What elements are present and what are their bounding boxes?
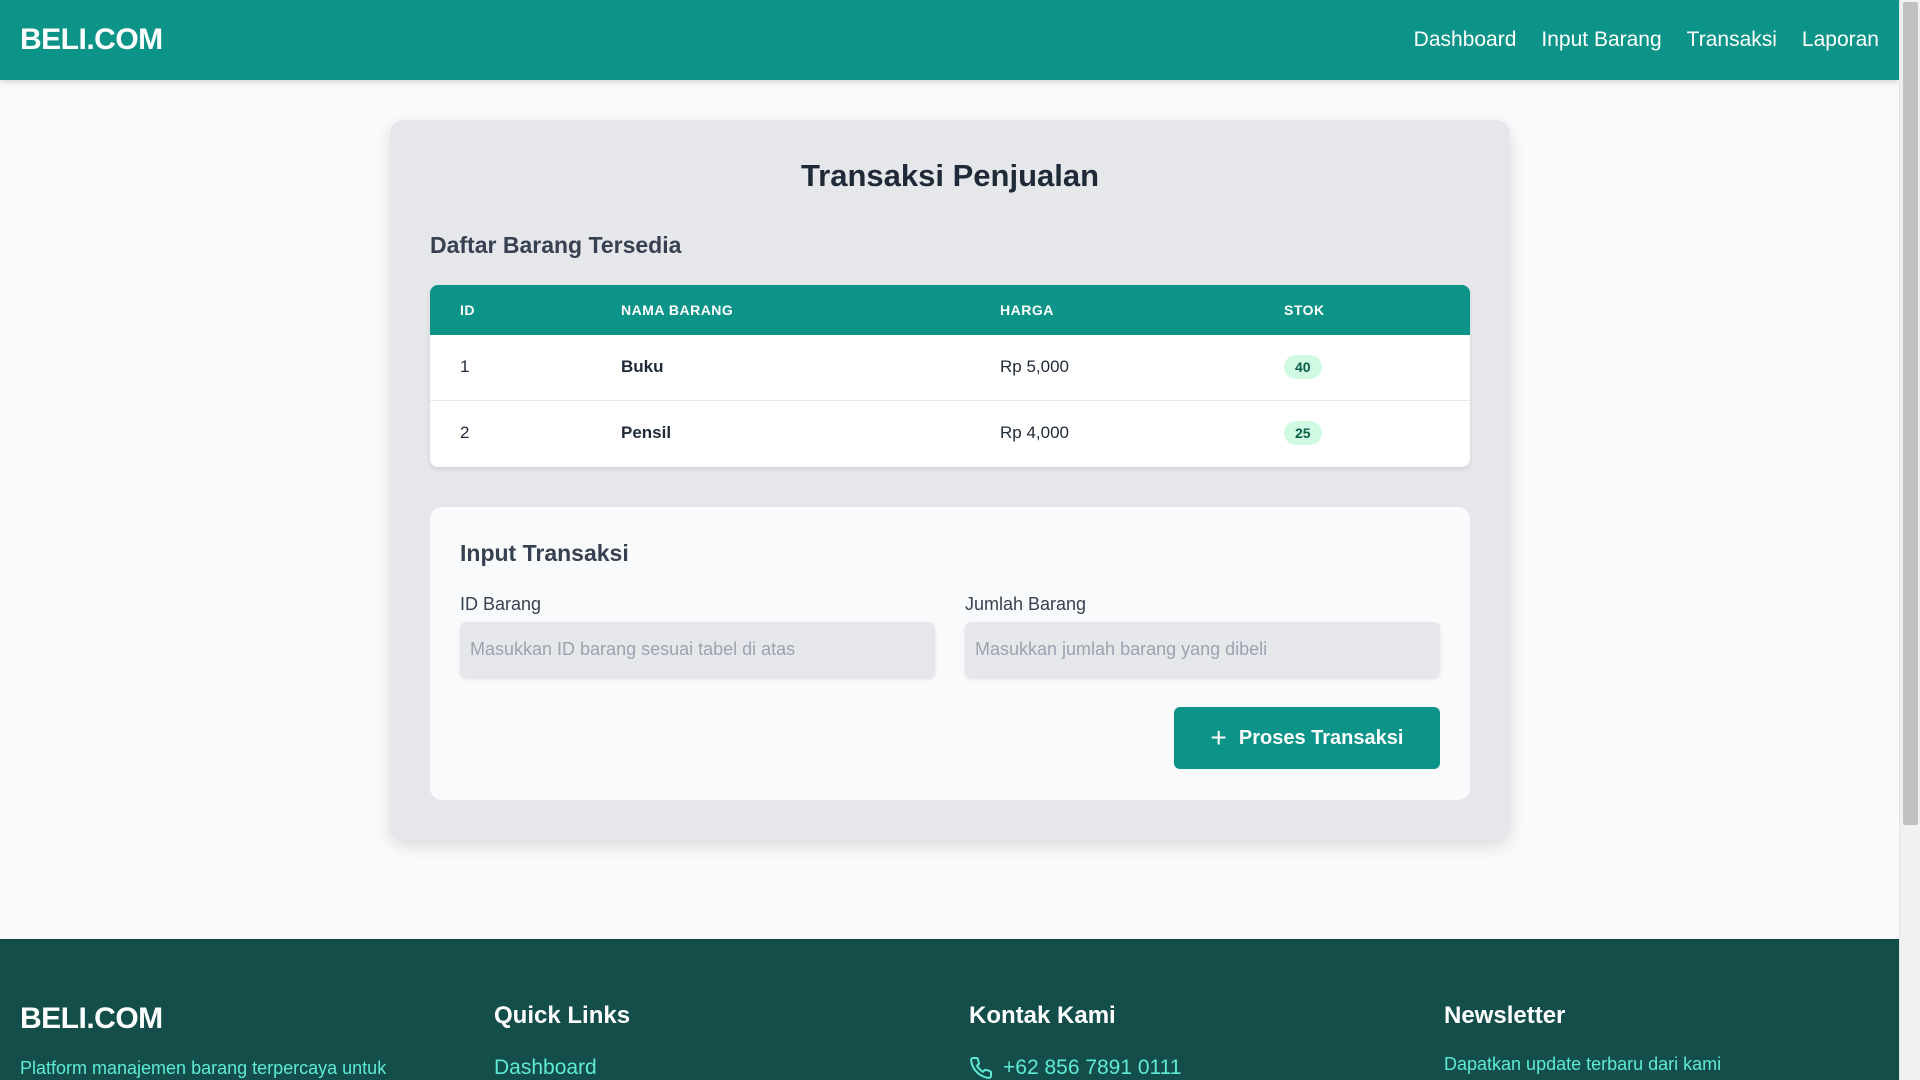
cell-name: Buku [621, 357, 664, 376]
footer-link-dashboard[interactable]: Dashboard [494, 1056, 597, 1080]
jumlah-barang-label: Jumlah Barang [965, 594, 1087, 614]
nav-link-dashboard[interactable]: Dashboard [1414, 28, 1517, 52]
id-barang-input[interactable] [460, 622, 935, 677]
id-barang-label: ID Barang [460, 594, 542, 614]
process-transaction-label: Proses Transaksi [1238, 726, 1404, 749]
table-row: 1 Buku Rp 5,000 40 [430, 335, 1470, 401]
quick-links-title: Quick Links [494, 1002, 631, 1029]
scrollbar-thumb[interactable] [1903, 2, 1918, 825]
footer-phone[interactable]: +62 856 7891 0111 [969, 1056, 1181, 1080]
nav-links: Dashboard Input Barang Transaksi Laporan [1414, 28, 1879, 52]
nav-link-transaksi[interactable]: Transaksi [1687, 28, 1777, 52]
table-header: ID NAMA BARANG HARGA STOK [430, 285, 1470, 335]
page-title: Transaksi Penjualan [800, 158, 1100, 193]
stock-badge: 40 [1284, 355, 1322, 379]
newsletter-text: Dapatkan update terbaru dari kami [1444, 1054, 1722, 1074]
items-table: ID NAMA BARANG HARGA STOK 1 Buku Rp 5,00… [430, 285, 1470, 467]
phone-icon [970, 1056, 993, 1079]
process-transaction-button[interactable]: + Proses Transaksi [1174, 707, 1440, 769]
cell-id: 1 [460, 357, 470, 376]
footer-brand: BELI.COM [20, 1002, 163, 1035]
phone-number: +62 856 7891 0111 [1003, 1056, 1182, 1079]
column-header-name: NAMA BARANG [621, 302, 734, 318]
column-header-stock: STOK [1284, 302, 1325, 318]
top-navbar: BELI.COM Dashboard Input Barang Transaks… [0, 0, 1899, 80]
site-footer: BELI.COM Platform manajemen barang terpe… [0, 939, 1899, 1080]
transaction-card: Transaksi Penjualan Daftar Barang Tersed… [390, 120, 1510, 840]
cell-name: Pensil [621, 423, 672, 442]
brand-logo[interactable]: BELI.COM [20, 23, 163, 57]
footer-tagline: Platform manajemen barang terpercaya unt… [20, 1058, 387, 1078]
available-items-title: Daftar Barang Tersedia [430, 232, 682, 258]
plus-icon: + [1210, 722, 1227, 753]
newsletter-title: Newsletter [1444, 1002, 1566, 1029]
cell-id: 2 [460, 423, 470, 442]
column-header-price: HARGA [1000, 302, 1054, 318]
nav-link-laporan[interactable]: Laporan [1802, 28, 1879, 52]
jumlah-barang-input[interactable] [965, 622, 1440, 677]
stock-badge: 25 [1284, 421, 1322, 445]
cell-price: Rp 4,000 [1000, 423, 1069, 442]
contact-title: Kontak Kami [969, 1002, 1116, 1029]
cell-price: Rp 5,000 [1000, 357, 1069, 376]
column-header-id: ID [460, 302, 475, 318]
transaction-form: Input Transaksi ID Barang Jumlah Barang … [430, 507, 1470, 800]
table-row: 2 Pensil Rp 4,000 25 [430, 401, 1470, 467]
form-title: Input Transaksi [460, 540, 629, 566]
nav-link-input-barang[interactable]: Input Barang [1541, 28, 1661, 52]
vertical-scrollbar[interactable] [1899, 0, 1920, 1080]
